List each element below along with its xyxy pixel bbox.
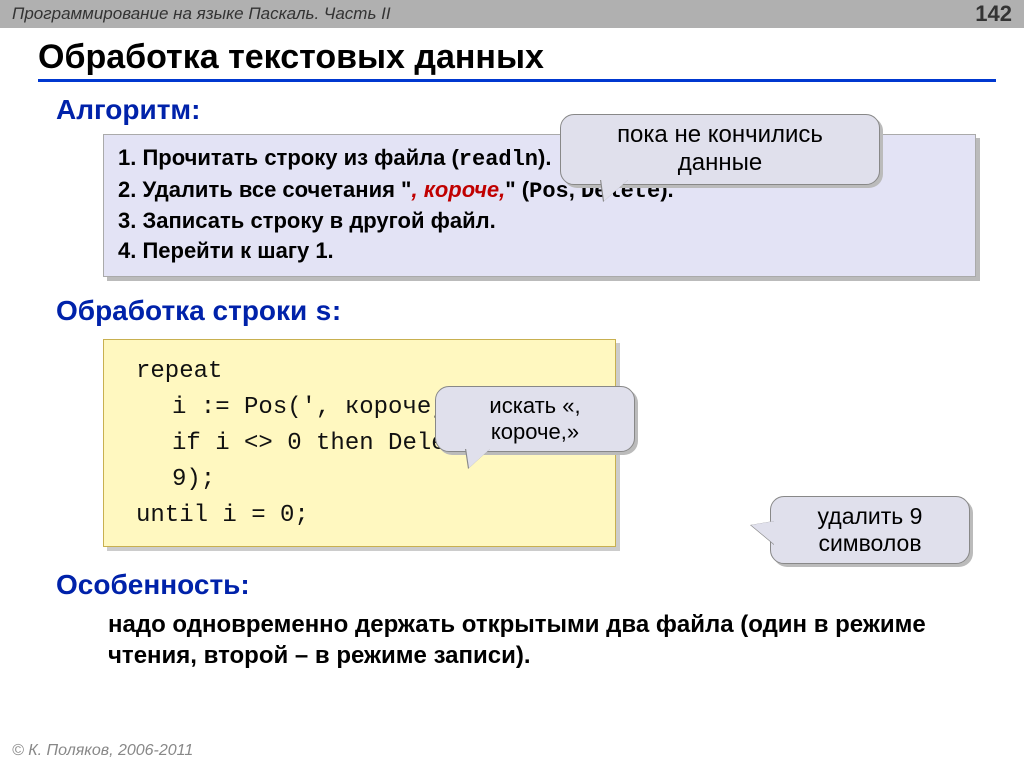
callout-search: искать «, короче,» — [435, 386, 635, 452]
doc-title: Программирование на языке Паскаль. Часть… — [12, 4, 391, 24]
callout-delete: удалить 9 символов — [770, 496, 970, 564]
code-line-1: repeat — [136, 358, 222, 385]
slide-content: Обработка текстовых данных пока не кончи… — [0, 28, 1024, 671]
section-feature: Особенность: — [56, 569, 996, 601]
callout-delete-text: удалить 9 символов — [818, 503, 923, 556]
code-line-4: until i = 0; — [136, 502, 309, 529]
callout-search-text: искать «, короче,» — [489, 393, 580, 444]
copyright: © К. Поляков, 2006-2011 — [12, 742, 193, 760]
algo-step-4: 4. Перейти к шагу 1. — [118, 236, 961, 266]
section-processing: Обработка строки s: — [56, 295, 996, 329]
callout-top-text: пока не кончились данные — [617, 121, 823, 176]
algo-step-3: 3. Записать строку в другой файл. — [118, 206, 961, 236]
feature-text: надо одновременно держать открытыми два … — [108, 609, 936, 671]
callout-top: пока не кончились данные — [560, 114, 880, 185]
topbar: Программирование на языке Паскаль. Часть… — [0, 0, 1024, 28]
page-title: Обработка текстовых данных — [38, 38, 996, 82]
page-number: 142 — [975, 1, 1012, 27]
